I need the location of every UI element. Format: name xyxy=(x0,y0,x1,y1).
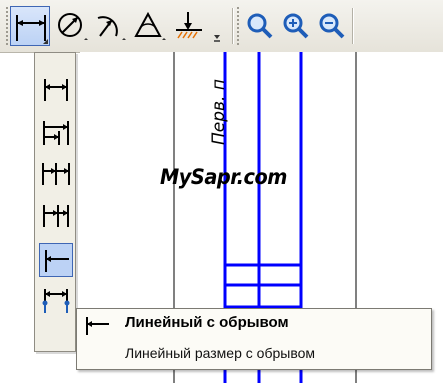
linear-dimension-button[interactable] xyxy=(10,6,50,46)
vertical-label: Перв. п xyxy=(209,79,229,145)
angular-dimension-button[interactable] xyxy=(130,6,170,46)
tooltip-description: Линейный размер с обрывом xyxy=(125,345,316,361)
diametral-dimension-icon xyxy=(58,13,88,40)
radial-dimension-icon xyxy=(97,16,126,40)
toolbar-grip[interactable] xyxy=(6,7,8,45)
linear-with-break-icon xyxy=(45,250,69,272)
angular-dimension-icon xyxy=(134,11,166,40)
linear-from-base-icon xyxy=(43,121,69,145)
zoom-in-button[interactable] xyxy=(278,6,314,46)
zoom-window-button[interactable] xyxy=(242,6,278,46)
zoom-window-icon xyxy=(247,13,273,39)
diametral-dimension-button[interactable] xyxy=(52,6,92,46)
flyout-item-linear-with-break[interactable] xyxy=(39,243,73,277)
toolbar-overflow-chevron-icon[interactable] xyxy=(212,28,222,42)
flyout-item-linear-from-base[interactable] xyxy=(39,115,73,149)
toolbar-separator xyxy=(232,8,233,44)
linear-dimension-icon xyxy=(44,79,68,101)
linear-with-break-icon xyxy=(86,317,109,335)
toolbar-grip[interactable] xyxy=(237,7,239,45)
zoom-out-icon xyxy=(319,13,345,39)
linear-dimension-flyout xyxy=(34,52,76,352)
flyout-indicator xyxy=(43,39,48,44)
tooltip-title: Линейный с обрывом xyxy=(125,314,289,331)
linear-common-base-icon xyxy=(43,205,69,227)
flyout-item-linear-chain[interactable] xyxy=(39,157,73,191)
watermark-text: MySapr.com xyxy=(160,165,287,189)
flyout-item-linear-common-base[interactable] xyxy=(39,199,73,233)
flyout-item-linear[interactable] xyxy=(39,73,73,107)
height-dimension-icon xyxy=(176,12,202,39)
toolbar-separator xyxy=(352,8,353,44)
height-dimension-button[interactable] xyxy=(170,6,210,46)
flyout-item-linear-with-shelf[interactable] xyxy=(39,285,73,319)
linear-with-shelf-icon xyxy=(42,289,70,313)
linear-chain-icon xyxy=(42,163,70,185)
radial-dimension-button[interactable] xyxy=(90,6,130,46)
zoom-in-icon xyxy=(283,13,309,39)
dimension-toolbar xyxy=(0,0,443,53)
zoom-out-button[interactable] xyxy=(314,6,350,46)
tooltip: Линейный с обрывом Линейный размер с обр… xyxy=(76,308,432,370)
